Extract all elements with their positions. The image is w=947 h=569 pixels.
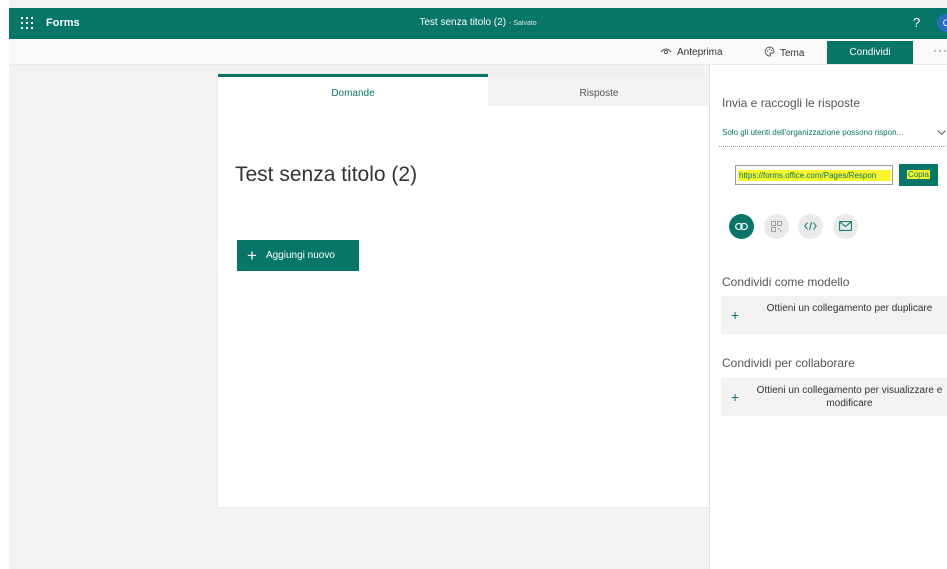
preview-label: Anteprima — [677, 46, 723, 58]
email-icon[interactable] — [833, 214, 858, 239]
document-title: Test senza titolo (2) - Salvato — [9, 17, 947, 28]
eye-icon — [660, 46, 672, 58]
plus-icon: + — [731, 307, 740, 323]
audience-value: Solo gli utenti dell'organizzazione poss… — [722, 128, 904, 137]
qr-code-icon[interactable] — [764, 214, 789, 239]
copy-button[interactable]: Copia — [899, 164, 938, 186]
theme-label: Tema — [780, 47, 805, 59]
plus-icon: + — [247, 246, 257, 265]
share-panel: Invia e raccogli le risposte Solo gli ut… — [709, 65, 947, 569]
audience-dropdown[interactable]: Solo gli utenti dell'organizzazione poss… — [719, 119, 947, 147]
share-button[interactable]: Condividi — [827, 41, 913, 64]
palette-icon — [764, 46, 775, 60]
send-collect-heading: Invia e raccogli le risposte — [722, 96, 861, 110]
share-link-text: https://forms.office.com/Pages/Respon — [738, 170, 891, 181]
command-bar: Anteprima Tema Condividi ··· — [9, 39, 947, 65]
tab-responses[interactable]: Risposte — [488, 74, 710, 106]
link-icon[interactable] — [729, 214, 754, 239]
form-card: Domande Risposte Test senza titolo (2) +… — [218, 74, 710, 507]
embed-icon[interactable] — [798, 214, 823, 239]
tab-questions[interactable]: Domande — [218, 74, 488, 106]
add-new-label: Aggiungi nuovo — [265, 250, 335, 261]
help-button[interactable]: ? — [913, 15, 920, 30]
template-heading: Condividi come modello — [722, 275, 850, 289]
template-link-option[interactable]: + Ottieni un collegamento per duplicare — [721, 296, 947, 334]
top-bar: Forms Test senza titolo (2) - Salvato ? C — [9, 8, 947, 39]
more-options-icon[interactable]: ··· — [933, 43, 947, 57]
collaborate-option-label: Ottieni un collegamento per visualizzare… — [756, 385, 943, 409]
avatar[interactable]: C — [937, 14, 947, 32]
collaborate-link-option[interactable]: + Ottieni un collegamento per visualizza… — [721, 378, 947, 416]
theme-button[interactable]: Tema — [764, 46, 804, 60]
chevron-down-icon — [937, 119, 946, 146]
form-title[interactable]: Test senza titolo (2) — [235, 163, 417, 187]
preview-button[interactable]: Anteprima — [660, 46, 723, 58]
add-new-button[interactable]: + Aggiungi nuovo — [237, 240, 359, 271]
template-option-label: Ottieni un collegamento per duplicare — [766, 303, 933, 314]
saved-status: - Salvato — [509, 20, 537, 27]
plus-icon: + — [731, 389, 740, 405]
document-title-text: Test senza titolo (2) — [419, 17, 507, 28]
copy-label: Copia — [907, 170, 930, 179]
collaborate-heading: Condividi per collaborare — [722, 356, 855, 370]
share-link-field[interactable]: https://forms.office.com/Pages/Respon — [735, 165, 893, 185]
